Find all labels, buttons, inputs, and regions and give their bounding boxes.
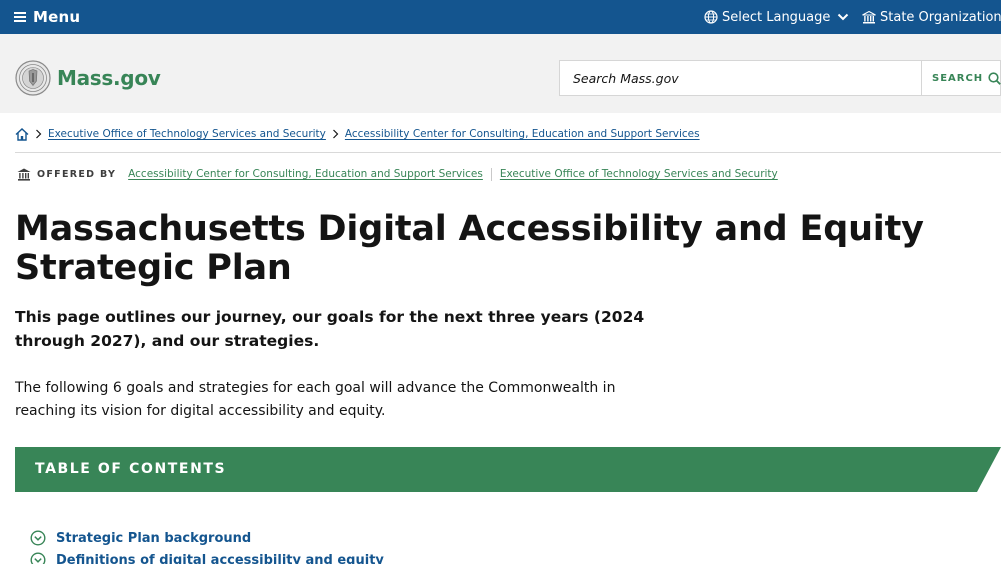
offered-by-label: OFFERED BY [37, 168, 117, 180]
search-button[interactable]: SEARCH [921, 61, 1001, 95]
state-seal-icon [15, 60, 51, 96]
toc-heading: TABLE OF CONTENTS [35, 461, 227, 477]
chevron-right-icon [36, 129, 42, 139]
search-icon [988, 71, 1001, 85]
circle-chevron-down-icon [30, 530, 46, 546]
search-input[interactable] [560, 61, 921, 95]
home-icon[interactable] [15, 127, 29, 141]
offered-by-link-eotss[interactable]: Executive Office of Technology Services … [500, 168, 778, 180]
select-language-button[interactable]: Select Language [704, 6, 849, 28]
offered-by: OFFERED BY Accessibility Center for Cons… [17, 165, 778, 183]
site-header: Mass.gov SEARCH [0, 34, 1001, 113]
state-organizations-button[interactable]: State Organizations [862, 6, 1001, 28]
mass-gov-logo-link[interactable]: Mass.gov [15, 60, 161, 96]
page-body-text: The following 6 goals and strategies for… [15, 380, 616, 419]
breadcrumb-divider [15, 152, 1001, 153]
menu-label: Menu [33, 8, 81, 26]
page-lede: This page outlines our journey, our goal… [15, 308, 645, 350]
circle-chevron-down-icon [30, 552, 46, 564]
select-language-label: Select Language [722, 9, 831, 25]
globe-icon [704, 10, 718, 24]
offered-by-separator [490, 167, 492, 181]
search-form: SEARCH [559, 60, 1001, 96]
toc-link-definitions[interactable]: Definitions of digital accessibility and… [56, 553, 384, 564]
toc-item[interactable]: Strategic Plan background [30, 528, 384, 548]
search-button-label: SEARCH [932, 72, 984, 84]
page-title: Massachusetts Digital Accessibility and … [15, 209, 924, 288]
menu-button[interactable]: Menu [14, 6, 80, 28]
utility-bar: Menu Select Language State Organizations [0, 0, 1001, 34]
toc-link-background[interactable]: Strategic Plan background [56, 531, 251, 546]
offered-by-link-access-center[interactable]: Accessibility Center for Consulting, Edu… [128, 168, 483, 180]
building-icon [862, 10, 876, 23]
breadcrumb: Executive Office of Technology Services … [15, 125, 700, 143]
chevron-right-icon [332, 129, 339, 139]
building-icon [17, 168, 31, 181]
state-organizations-label: State Organizations [880, 9, 1001, 25]
chevron-down-icon [838, 13, 849, 21]
breadcrumb-link-access-center[interactable]: Accessibility Center for Consulting, Edu… [345, 128, 700, 140]
table-of-contents-banner: TABLE OF CONTENTS [15, 447, 1001, 492]
logo-text: Mass.gov [57, 66, 161, 90]
hamburger-icon [14, 12, 26, 22]
toc-item[interactable]: Definitions of digital accessibility and… [30, 550, 384, 564]
breadcrumb-link-eotss[interactable]: Executive Office of Technology Services … [48, 128, 326, 140]
toc-list: Strategic Plan background Definitions of… [30, 528, 384, 564]
